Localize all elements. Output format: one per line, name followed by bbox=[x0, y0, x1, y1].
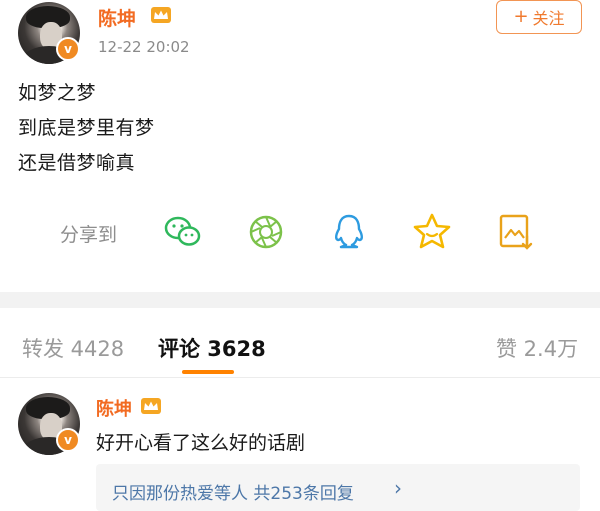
comment-crown-icon bbox=[141, 398, 161, 414]
comment-text: 好开心看了这么好的话剧 bbox=[96, 432, 306, 454]
author-name[interactable]: 陈坤 bbox=[98, 4, 136, 31]
chevron-right-icon: › bbox=[394, 476, 402, 500]
post-text-line-1: 如梦之梦 bbox=[18, 82, 97, 104]
post-time: 12-22 20:02 bbox=[98, 38, 190, 56]
reply-summary-text[interactable]: 只因那份热爱等人 共253条回复 bbox=[112, 479, 354, 504]
qq-icon[interactable] bbox=[332, 212, 366, 252]
follow-button[interactable]: + 关注 bbox=[496, 0, 582, 34]
tabs-divider bbox=[0, 377, 600, 378]
crown-icon bbox=[151, 7, 171, 23]
tab-comment[interactable]: 评论 3628 bbox=[158, 333, 266, 363]
comment-verified-badge-icon: v bbox=[56, 428, 80, 452]
reply-summary-box[interactable]: 只因那份热爱等人 共253条回复 › bbox=[96, 464, 580, 511]
save-image-icon[interactable] bbox=[497, 212, 535, 252]
wechat-icon[interactable] bbox=[163, 214, 203, 250]
verified-badge-icon: v bbox=[56, 37, 80, 61]
plus-icon: + bbox=[513, 6, 529, 27]
active-tab-indicator bbox=[182, 370, 234, 374]
post-text-line-3: 还是借梦喻真 bbox=[18, 152, 136, 174]
tab-repost[interactable]: 转发 4428 bbox=[22, 333, 124, 363]
tab-like[interactable]: 赞 2.4万 bbox=[496, 333, 578, 363]
favorite-star-icon[interactable] bbox=[412, 212, 452, 250]
section-divider bbox=[0, 292, 600, 308]
moments-icon[interactable] bbox=[247, 213, 285, 251]
comment-author-name[interactable]: 陈坤 bbox=[96, 395, 132, 421]
share-label: 分享到 bbox=[60, 224, 118, 246]
post-text-line-2: 到底是梦里有梦 bbox=[18, 117, 155, 139]
